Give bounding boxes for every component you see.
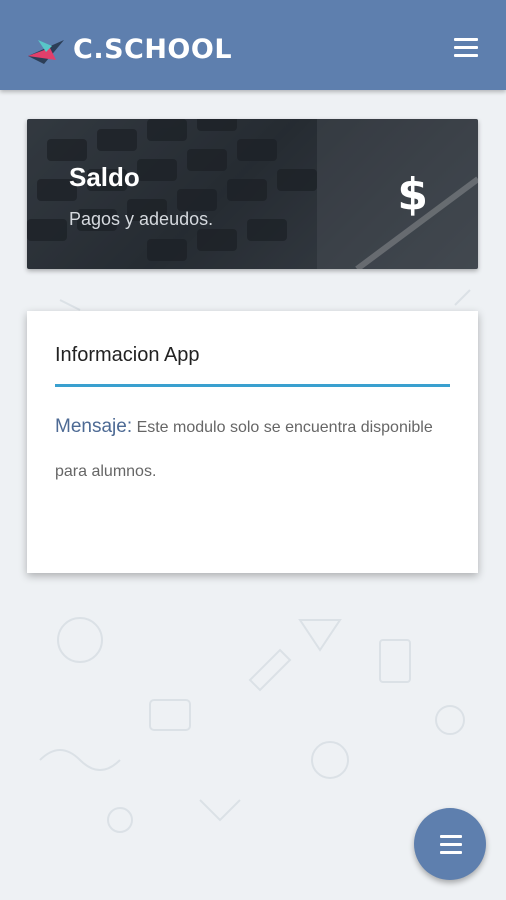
dollar-icon: $ <box>397 169 428 220</box>
balance-card[interactable]: Saldo Pagos y adeudos. $ <box>27 119 478 269</box>
menu-button[interactable] <box>454 38 478 58</box>
hamburger-icon <box>454 38 478 41</box>
info-card-divider <box>55 384 450 387</box>
balance-card-subtitle: Pagos y adeudos. <box>69 209 214 229</box>
hamburger-icon <box>440 835 462 859</box>
info-card-title: Informacion App <box>55 344 200 366</box>
floating-menu-button[interactable] <box>414 808 486 880</box>
message-label: Mensaje: <box>55 416 133 437</box>
balance-card-title: Saldo <box>69 162 140 192</box>
info-card: Informacion App Mensaje: Este modulo sol… <box>27 311 478 573</box>
logo-icon <box>28 40 64 64</box>
app-brand-title: C.SCHOOL <box>73 34 233 65</box>
info-message: Mensaje: Este modulo solo se encuentra d… <box>55 405 455 494</box>
app-header: C.SCHOOL <box>0 0 506 90</box>
